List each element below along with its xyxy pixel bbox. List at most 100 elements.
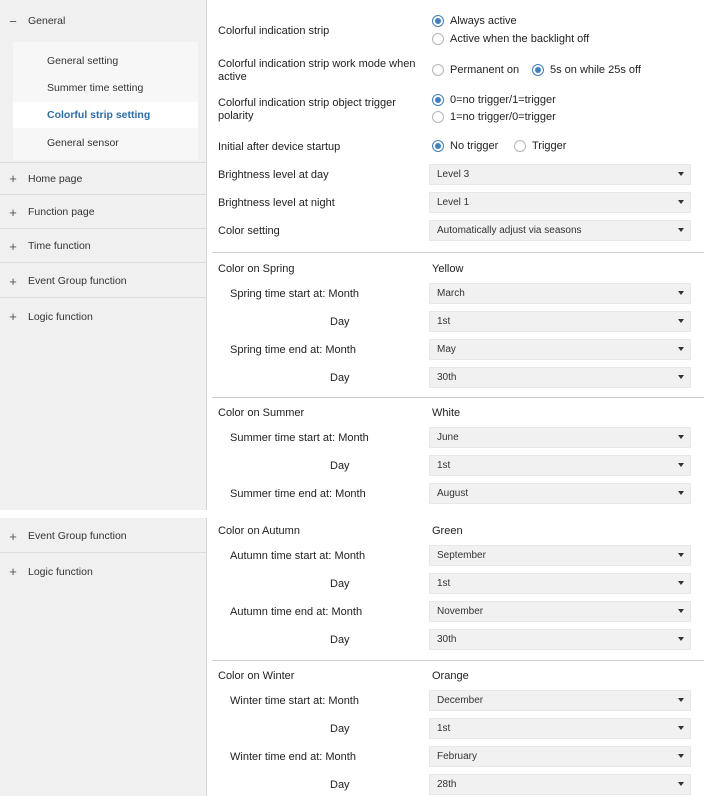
radio-no-trigger[interactable]: No trigger <box>432 140 498 152</box>
color-setting-select[interactable]: Automatically adjust via seasons <box>429 220 691 241</box>
dropdown-arrow-icon[interactable] <box>678 726 684 730</box>
spring-end-day-select[interactable]: 30th <box>429 367 691 388</box>
dropdown-arrow-icon[interactable] <box>678 347 684 351</box>
expand-icon[interactable]: + <box>0 205 22 220</box>
sidebar-section-label: Time function <box>28 240 91 252</box>
sidebar-item-general-sensor[interactable]: General sensor <box>13 130 198 156</box>
radio-checked-icon[interactable] <box>432 140 444 152</box>
spring-end-month-select[interactable]: May <box>429 339 691 360</box>
sidebar-section-function-page[interactable]: + Function page <box>0 196 206 229</box>
expand-icon[interactable]: + <box>0 309 22 324</box>
dropdown-arrow-icon[interactable] <box>678 435 684 439</box>
sidebar-section-general[interactable]: − General <box>0 2 206 40</box>
winter-end-month-select[interactable]: February <box>429 746 691 767</box>
summer-color-value: White <box>432 407 461 419</box>
param-label: Spring time start at: Month <box>230 288 359 300</box>
divider <box>212 397 704 398</box>
expand-icon[interactable]: + <box>0 274 22 289</box>
dropdown-arrow-icon[interactable] <box>678 319 684 323</box>
summer-end-month-select[interactable]: August <box>429 483 691 504</box>
dropdown-arrow-icon[interactable] <box>678 172 684 176</box>
radio-always-active[interactable]: Always active <box>432 15 517 27</box>
param-row-autumn-start-day: Day 1st <box>212 573 704 595</box>
sidebar-section-label: General <box>28 15 66 27</box>
sidebar-section-event-group-function[interactable]: + Event Group function <box>0 265 206 298</box>
brightness-night-select[interactable]: Level 1 <box>429 192 691 213</box>
sidebar-top: − General General setting Summer time se… <box>0 0 207 510</box>
radio-checked-icon[interactable] <box>432 15 444 27</box>
radio-5s-on-25s-off[interactable]: 5s on while 25s off <box>532 64 641 76</box>
radio-unchecked-icon[interactable] <box>432 111 444 123</box>
brightness-day-select[interactable]: Level 3 <box>429 164 691 185</box>
dropdown-arrow-icon[interactable] <box>678 228 684 232</box>
summer-start-day-select[interactable]: 1st <box>429 455 691 476</box>
param-row-summer-end-month: Summer time end at: Month August <box>212 483 704 505</box>
dropdown-arrow-icon[interactable] <box>678 609 684 613</box>
winter-start-month-select[interactable]: December <box>429 690 691 711</box>
param-label: Autumn time start at: Month <box>230 550 366 562</box>
expand-icon[interactable]: + <box>0 529 22 544</box>
collapse-icon[interactable]: − <box>0 14 22 29</box>
radio-checked-icon[interactable] <box>532 64 544 76</box>
spring-start-day-select[interactable]: 1st <box>429 311 691 332</box>
dropdown-arrow-icon[interactable] <box>678 375 684 379</box>
sidebar-section-label: Event Group function <box>28 530 127 542</box>
expand-icon[interactable]: + <box>0 239 22 254</box>
radio-active-backlight-off[interactable]: Active when the backlight off <box>432 33 589 45</box>
radio-checked-icon[interactable] <box>432 94 444 106</box>
radio-polarity-1-no-trigger[interactable]: 1=no trigger/0=trigger <box>432 111 556 123</box>
summer-start-month-select[interactable]: June <box>429 427 691 448</box>
radio-trigger[interactable]: Trigger <box>514 140 566 152</box>
sidebar-item-colorful-strip-setting[interactable]: Colorful strip setting <box>13 102 198 128</box>
param-row-spring-end-day: Day 30th <box>212 367 704 389</box>
dropdown-arrow-icon[interactable] <box>678 463 684 467</box>
dropdown-arrow-icon[interactable] <box>678 200 684 204</box>
dropdown-arrow-icon[interactable] <box>678 491 684 495</box>
sidebar-section-logic-function[interactable]: + Logic function <box>0 300 206 333</box>
radio-polarity-0-no-trigger[interactable]: 0=no trigger/1=trigger <box>432 94 556 106</box>
param-label: Summer time start at: Month <box>230 432 369 444</box>
autumn-start-month-select[interactable]: September <box>429 545 691 566</box>
param-label: Color on Spring <box>218 263 295 275</box>
autumn-end-day-select[interactable]: 30th <box>429 629 691 650</box>
dropdown-arrow-icon[interactable] <box>678 291 684 295</box>
dropdown-arrow-icon[interactable] <box>678 698 684 702</box>
spring-start-month-select[interactable]: March <box>429 283 691 304</box>
autumn-end-month-select[interactable]: November <box>429 601 691 622</box>
sidebar-item-general-setting[interactable]: General setting <box>13 48 198 74</box>
parameter-panel-top: Colorful indication strip Always active … <box>212 0 704 512</box>
param-label: Colorful indication strip object trigger… <box>218 97 396 122</box>
param-label: Colorful indication strip <box>218 25 330 37</box>
winter-end-day-select[interactable]: 28th <box>429 774 691 795</box>
dropdown-arrow-icon[interactable] <box>678 637 684 641</box>
dropdown-arrow-icon[interactable] <box>678 754 684 758</box>
param-label: Day <box>330 634 350 646</box>
radio-unchecked-icon[interactable] <box>514 140 526 152</box>
sidebar-section-event-group-function[interactable]: + Event Group function <box>0 520 206 553</box>
sidebar-item-summer-time-setting[interactable]: Summer time setting <box>13 75 198 101</box>
param-label: Color on Winter <box>218 670 295 682</box>
param-label: Day <box>330 460 350 472</box>
dropdown-arrow-icon[interactable] <box>678 782 684 786</box>
expand-icon[interactable]: + <box>0 564 22 579</box>
dropdown-arrow-icon[interactable] <box>678 581 684 585</box>
winter-start-day-select[interactable]: 1st <box>429 718 691 739</box>
select-value: 1st <box>437 316 451 327</box>
sidebar-section-logic-function[interactable]: + Logic function <box>0 555 206 588</box>
sidebar-section-label: Home page <box>28 172 83 185</box>
param-row-autumn-end-month: Autumn time end at: Month November <box>212 601 704 623</box>
select-value: June <box>437 432 459 443</box>
select-value: 30th <box>437 634 457 645</box>
radio-permanent-on[interactable]: Permanent on <box>432 64 519 76</box>
select-value: December <box>437 695 484 706</box>
dropdown-arrow-icon[interactable] <box>678 553 684 557</box>
radio-unchecked-icon[interactable] <box>432 33 444 45</box>
sidebar-section-home-page[interactable]: + Home page <box>0 162 206 195</box>
expand-icon[interactable]: + <box>0 171 22 186</box>
param-label: Day <box>330 723 350 735</box>
radio-label: Always active <box>450 15 517 27</box>
sidebar-section-time-function[interactable]: + Time function <box>0 230 206 263</box>
autumn-start-day-select[interactable]: 1st <box>429 573 691 594</box>
param-label: Day <box>330 316 350 328</box>
radio-unchecked-icon[interactable] <box>432 64 444 76</box>
